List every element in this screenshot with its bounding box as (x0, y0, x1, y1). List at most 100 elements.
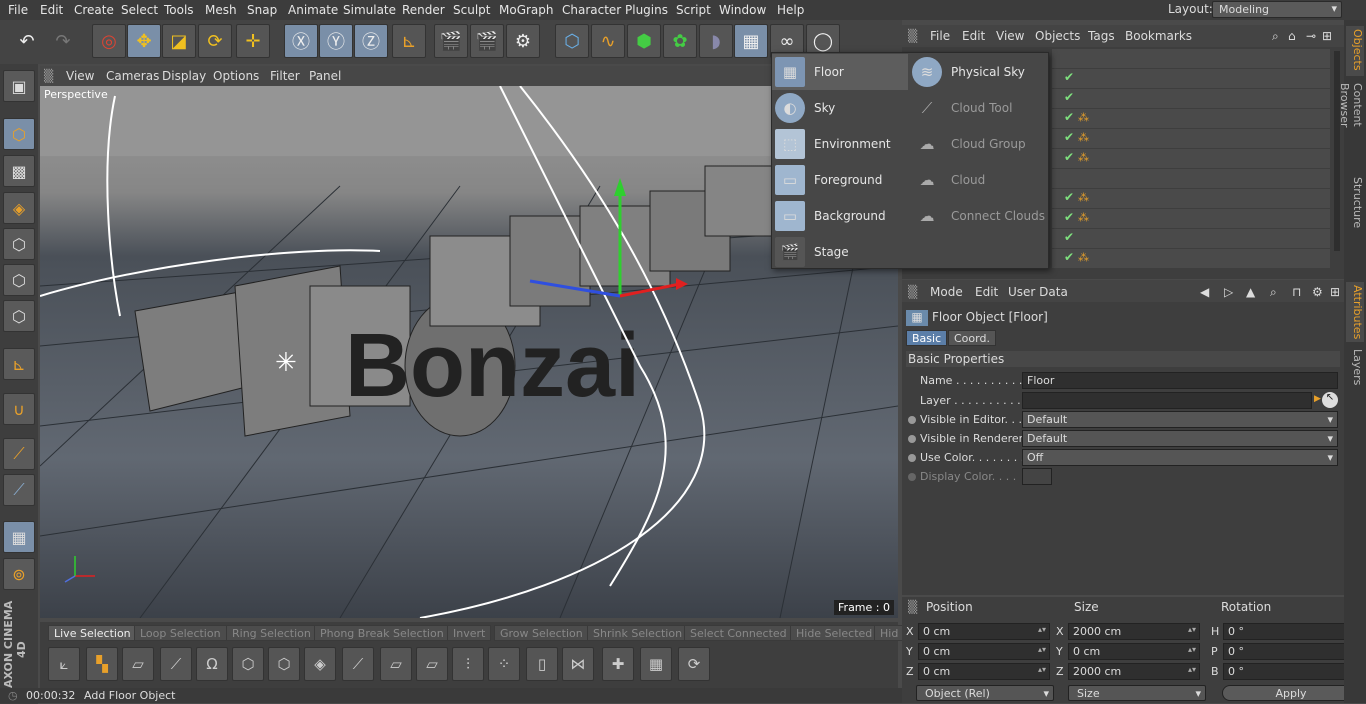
search-icon[interactable]: ⌕ (1272, 29, 1279, 44)
viewport-menu-view[interactable]: View (66, 69, 94, 83)
phong-break-selection-button[interactable]: Phong Break Selection (314, 625, 450, 641)
rotate-tool-icon[interactable]: ⟳ (198, 24, 232, 58)
create-point-icon[interactable]: ✚ (602, 647, 634, 681)
spinner-icon[interactable]: ▴▾ (1188, 665, 1196, 674)
list-item[interactable]: ✔ ⁂ (1052, 129, 1330, 149)
coordinate-system-icon[interactable]: ⊾ (392, 24, 426, 58)
menu-character[interactable]: Character (562, 3, 621, 17)
slide-tool-icon[interactable]: ⟋ (342, 647, 374, 681)
visible-renderer-select[interactable]: Default ▾ (1022, 430, 1338, 447)
position-x-field[interactable]: 0 cm ▴▾ (918, 623, 1050, 640)
om-menu-objects[interactable]: Objects (1035, 29, 1080, 43)
matrix-extrude-icon[interactable]: ⬡ (268, 647, 300, 681)
points-mode-icon[interactable]: ⬡ (3, 228, 35, 260)
popup-item-background[interactable]: ▭ Background (772, 198, 908, 234)
cube-object-icon[interactable]: ⬡ (555, 24, 589, 58)
menu-select[interactable]: Select (121, 3, 158, 17)
popup-item-foreground[interactable]: ▭ Foreground (772, 162, 908, 198)
tab-structure[interactable]: Structure (1346, 174, 1364, 230)
hide-selected-button[interactable]: Hide Selected (790, 625, 879, 641)
object-tree[interactable]: ✔ ✔ ✔ ⁂ ✔ ⁂ ✔ ⁂ ✔ ⁂ ✔ ⁂ ✔ ✔ ⁂ (1052, 49, 1332, 275)
menu-file[interactable]: File (8, 3, 28, 17)
magnet-tool-icon[interactable]: Ω (196, 647, 228, 681)
render-view-icon[interactable]: 🎬 (434, 24, 468, 58)
new-panel-icon[interactable]: ⊞ (1330, 285, 1340, 299)
popup-item-connect-clouds[interactable]: ☁ Connect Clouds (909, 198, 1045, 234)
redo-icon[interactable]: ↷ (46, 24, 80, 58)
locked-workplane-icon[interactable]: ▦ (3, 521, 35, 553)
om-menu-bookmarks[interactable]: Bookmarks (1125, 29, 1192, 43)
viewport-menu-options[interactable]: Options (213, 69, 259, 83)
rotation-p-field[interactable]: 0 °▴▾ (1223, 643, 1359, 660)
size-x-field[interactable]: 2000 cm ▴▾ (1068, 623, 1200, 640)
shrink-selection-button[interactable]: Shrink Selection (587, 625, 689, 641)
position-y-field[interactable]: 0 cm ▴▾ (918, 643, 1050, 660)
snap-icon[interactable]: ⊚ (3, 558, 35, 590)
loop-selection-button[interactable]: Loop Selection (134, 625, 227, 641)
scale-tool-icon[interactable]: ◪ (162, 24, 196, 58)
search-icon[interactable]: ⌕ (1270, 285, 1277, 300)
polygon-pen-icon[interactable]: ▚ (86, 647, 118, 681)
spinner-icon[interactable]: ▴▾ (1188, 625, 1196, 634)
menu-tools[interactable]: Tools (164, 3, 194, 17)
viewport-menu-panel[interactable]: Panel (309, 69, 341, 83)
tag-icon[interactable]: ⁂ (1078, 131, 1089, 144)
close-hole-icon[interactable]: ⋈ (562, 647, 594, 681)
back-arrow-icon[interactable]: ◀ (1200, 285, 1209, 299)
om-menu-file[interactable]: File (930, 29, 950, 43)
check-icon[interactable]: ✔ (1064, 230, 1074, 244)
spline-object-icon[interactable]: ∿ (591, 24, 625, 58)
tag-icon[interactable]: ⁂ (1078, 151, 1089, 164)
render-settings-icon[interactable]: ⚙ (506, 24, 540, 58)
list-item[interactable]: ✔ (1052, 229, 1330, 249)
tab-attributes[interactable]: Attributes (1346, 282, 1364, 342)
magnet-icon[interactable]: ∪ (3, 393, 35, 425)
list-item[interactable]: ✔ ⁂ (1052, 249, 1330, 269)
menu-render[interactable]: Render (402, 3, 445, 17)
model-mode-icon[interactable]: ⬡ (3, 118, 35, 150)
tag-icon[interactable]: ⁂ (1078, 191, 1089, 204)
menu-mograph[interactable]: MoGraph (499, 3, 554, 17)
list-item[interactable]: ✔ ⁂ (1052, 189, 1330, 209)
lock-icon[interactable]: ⊓ (1292, 285, 1301, 299)
axis-mode-icon[interactable]: ⊾ (3, 348, 35, 380)
am-menu-user-data[interactable]: User Data (1008, 285, 1068, 299)
ring-selection-button[interactable]: Ring Selection (226, 625, 317, 641)
spinner-icon[interactable]: ▴▾ (1038, 665, 1046, 674)
use-color-select[interactable]: Off ▾ (1022, 449, 1338, 466)
animation-dot-icon[interactable] (908, 416, 916, 424)
knife-cut-icon[interactable]: ⫶ (452, 647, 484, 681)
tab-coord[interactable]: Coord. (948, 330, 996, 346)
layer-arrow-icon[interactable]: ▶ (1314, 394, 1321, 404)
layer-field[interactable] (1022, 392, 1312, 409)
menu-snap[interactable]: Snap (247, 3, 277, 17)
new-panel-icon[interactable]: ⊞ (1322, 29, 1332, 43)
layout-select[interactable]: Modeling ▾ (1212, 1, 1342, 18)
settings-icon[interactable]: ⚙ (1312, 285, 1323, 299)
check-icon[interactable]: ✔ (1064, 150, 1074, 164)
check-icon[interactable]: ✔ (1064, 90, 1074, 104)
workplane-mode-icon[interactable]: ◈ (3, 192, 35, 224)
viewport-menu-filter[interactable]: Filter (270, 69, 300, 83)
extrude-tool-icon[interactable]: ⟀ (48, 647, 80, 681)
popup-item-sky[interactable]: ◐ Sky (772, 90, 908, 126)
perspective-viewport[interactable]: Bonzai ✳ Perspective Frame : 0 (40, 86, 898, 618)
stitch-sew-icon[interactable]: ▱ (380, 647, 412, 681)
menu-simulate[interactable]: Simulate (343, 3, 396, 17)
object-list-scrollbar[interactable] (1334, 51, 1340, 251)
list-item[interactable] (1052, 169, 1330, 189)
filter-icon[interactable]: ⊸ (1306, 29, 1316, 43)
menu-mesh[interactable]: Mesh (205, 3, 237, 17)
om-menu-tags[interactable]: Tags (1088, 29, 1115, 43)
menu-sculpt[interactable]: Sculpt (453, 3, 490, 17)
list-item[interactable] (1052, 49, 1330, 69)
am-menu-mode[interactable]: Mode (930, 285, 963, 299)
popup-item-stage[interactable]: 🎬 Stage (772, 234, 908, 270)
grow-selection-button[interactable]: Grow Selection (494, 625, 589, 641)
menu-window[interactable]: Window (719, 3, 766, 17)
viewport-menu-cameras[interactable]: Cameras (106, 69, 159, 83)
live-selection-button[interactable]: Live Selection (48, 625, 137, 641)
check-icon[interactable]: ✔ (1064, 130, 1074, 144)
smooth-shift-icon[interactable]: ◈ (304, 647, 336, 681)
invert-button[interactable]: Invert (447, 625, 492, 641)
